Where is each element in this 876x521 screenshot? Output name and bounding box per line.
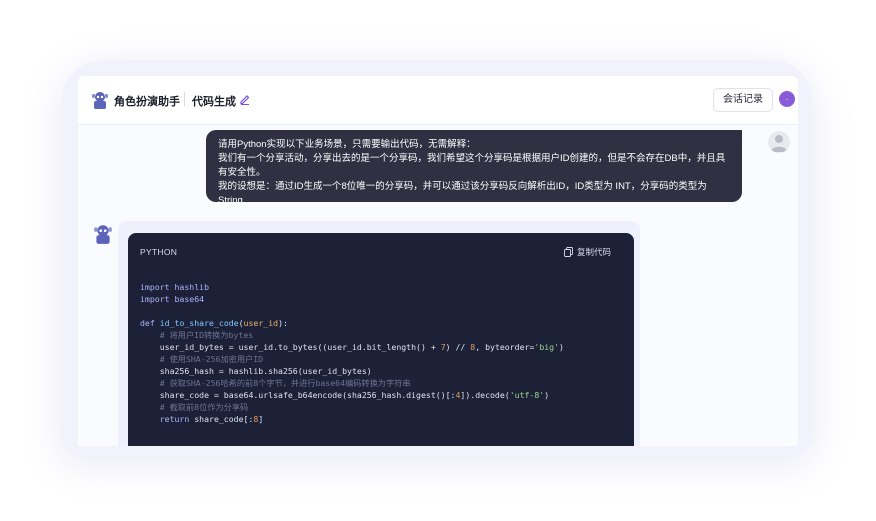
user-message-bubble: 请用Python实现以下业务场景，只需要输出代码，无需解释： 我们有一个分享活动… <box>206 130 742 206</box>
code-string: 'big' <box>534 342 560 352</box>
code-line: ) <box>544 390 550 400</box>
page-subtitle: 代码生成 <box>192 96 236 108</box>
user-message-line: 我的设想是：通过ID生成一个8位唯一的分享码，并可以通过该分享码反向解析出ID，… <box>218 181 707 206</box>
code-line: share_code[: <box>189 414 254 424</box>
user-message-line: 我们有一个分享活动，分享出去的是一个分享码，我们希望这个分享码是根据用户ID创建… <box>218 153 726 178</box>
assistant-robot-icon <box>94 225 112 244</box>
chat-content[interactable]: 请用Python实现以下业务场景，只需要输出代码，无需解释： 我们有一个分享活动… <box>78 125 798 446</box>
code-comment: # 获取SHA-256哈希的前8个字节，并进行base64编码转换为字符串 <box>159 378 411 388</box>
chat-window: 角色扮演助手 代码生成 会话记录 · 请用Python实现以下业务场景，只需要输… <box>78 76 798 446</box>
code-comment: # 将用户ID转换为bytes <box>159 330 254 340</box>
code-keyword: def <box>140 318 155 328</box>
copy-code-label: 复制代码 <box>577 247 612 257</box>
history-button[interactable]: 会话记录 <box>713 88 773 112</box>
code-param: user_id <box>243 318 279 328</box>
copy-icon <box>564 247 573 257</box>
copy-code-button[interactable]: 复制代码 <box>564 245 611 259</box>
code-block: PYTHON 复制代码 import hashlib import base64… <box>128 233 634 446</box>
code-content[interactable]: import hashlib import base64 def id_to_s… <box>140 281 620 425</box>
account-avatar[interactable]: · <box>779 91 795 107</box>
code-line: import hashlib <box>140 282 210 292</box>
code-comment: # 使用SHA-256加密用户ID <box>159 354 264 364</box>
code-line: ) <box>559 342 564 352</box>
code-line: import base64 <box>140 294 205 304</box>
code-function-name: id_to_share_code <box>159 318 239 328</box>
code-line: ] <box>258 414 264 424</box>
code-line: sha256_hash = hashlib.sha256(user_id_byt… <box>159 366 372 376</box>
code-string: 'utf-8' <box>509 390 545 400</box>
code-line: share_code = base64.urlsafe_b64encode(sh… <box>159 390 456 400</box>
user-avatar <box>768 131 790 153</box>
code-language-label: PYTHON <box>140 247 178 257</box>
page-title: 角色扮演助手 <box>114 96 180 108</box>
header-divider <box>184 92 185 106</box>
code-line: ) // <box>445 342 471 352</box>
code-comment: # 截取前8位作为分享码 <box>159 402 249 412</box>
edit-icon[interactable] <box>239 93 251 105</box>
user-message-line: 请用Python实现以下业务场景，只需要输出代码，无需解释： <box>218 139 476 150</box>
code-line: , byteorder= <box>475 342 535 352</box>
code-keyword: return <box>159 414 190 424</box>
code-line: user_id_bytes = user_id.to_bytes((user_i… <box>159 342 441 352</box>
code-line: ]).decode( <box>460 390 510 400</box>
chat-header: 角色扮演助手 代码生成 会话记录 · <box>78 76 798 125</box>
robot-icon <box>92 92 108 109</box>
